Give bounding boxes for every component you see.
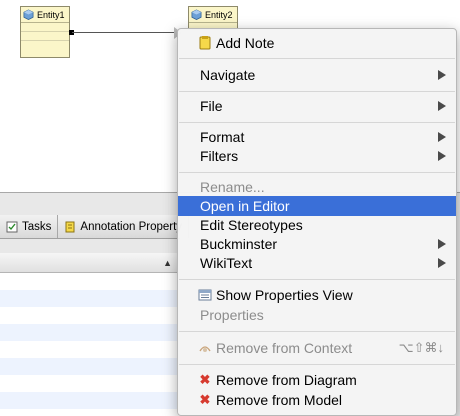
properties-table[interactable]: ▲	[0, 253, 180, 416]
menu-item-label: Edit Stereotypes	[200, 217, 303, 233]
view-tab-bar: Tasks Annotation Property	[0, 215, 190, 239]
menu-item-remove-from-diagram[interactable]: ✖ Remove from Diagram	[178, 370, 456, 390]
menu-item-label: Filters	[200, 148, 239, 164]
submenu-arrow-icon	[438, 258, 446, 268]
menu-item-edit-stereotypes[interactable]: Edit Stereotypes	[178, 215, 456, 235]
menu-separator	[179, 364, 455, 365]
submenu-arrow-icon	[438, 70, 446, 80]
entity-compartment	[21, 32, 69, 41]
menu-item-label: WikiText	[200, 255, 253, 271]
menu-item-label: Remove from Model	[216, 392, 343, 408]
table-row[interactable]	[0, 375, 180, 392]
menu-item-format[interactable]: Format	[178, 127, 456, 147]
table-row[interactable]	[0, 358, 180, 375]
context-menu: Add Note Navigate File Format Filters Re…	[177, 28, 457, 416]
sort-ascending-icon[interactable]: ▲	[163, 258, 172, 268]
entity-cube-icon	[23, 9, 34, 20]
table-row[interactable]	[0, 341, 180, 358]
menu-item-add-note[interactable]: Add Note	[178, 33, 456, 53]
menu-item-label: File	[200, 98, 223, 114]
menu-item-open-in-editor[interactable]: Open in Editor	[178, 196, 456, 216]
menu-separator	[179, 331, 455, 332]
table-header[interactable]: ▲	[0, 253, 180, 273]
tab-label: Annotation Property	[80, 220, 183, 233]
menu-item-label: Navigate	[200, 67, 256, 83]
table-row[interactable]	[0, 324, 180, 341]
entity-header: Entity1	[21, 7, 69, 23]
menu-item-remove-from-model[interactable]: ✖ Remove from Model	[178, 390, 456, 410]
table-row[interactable]	[0, 307, 180, 324]
entity-header: Entity2	[189, 7, 237, 23]
menu-item-rename: Rename...	[178, 177, 456, 197]
tab-label: Tasks	[22, 220, 52, 233]
menu-item-buckminster[interactable]: Buckminster	[178, 234, 456, 254]
table-row[interactable]	[0, 290, 180, 307]
menu-item-navigate[interactable]: Navigate	[178, 65, 456, 85]
entity-name: Entity1	[37, 9, 65, 20]
tasks-icon	[6, 221, 18, 232]
entity-node-2[interactable]: Entity2	[188, 6, 238, 30]
menu-item-label: Remove from Context	[216, 340, 353, 356]
remove-context-icon	[198, 341, 212, 355]
menu-item-label: Properties	[200, 307, 264, 323]
menu-item-label: Show Properties View	[216, 287, 353, 303]
table-row[interactable]	[0, 273, 180, 290]
tab-annotation-property[interactable]: Annotation Property	[58, 215, 190, 238]
menu-separator	[179, 279, 455, 280]
menu-item-label: Rename...	[200, 179, 265, 195]
submenu-arrow-icon	[438, 239, 446, 249]
menu-item-show-properties-view[interactable]: Show Properties View	[178, 285, 456, 305]
entity-compartment	[21, 23, 69, 32]
menu-item-remove-from-context: Remove from Context ⌥⇧⌘↓	[178, 338, 456, 358]
menu-item-label: Open in Editor	[200, 198, 290, 214]
submenu-arrow-icon	[438, 151, 446, 161]
menu-item-shortcut: ⌥⇧⌘↓	[398, 340, 444, 355]
menu-item-wikitext[interactable]: WikiText	[178, 253, 456, 273]
menu-item-properties: Properties	[178, 305, 456, 325]
menu-separator	[179, 91, 455, 92]
menu-item-file[interactable]: File	[178, 96, 456, 116]
menu-item-label: Remove from Diagram	[216, 372, 357, 388]
entity-node-1[interactable]: Entity1	[20, 6, 70, 58]
menu-item-label: Buckminster	[200, 236, 278, 252]
tab-tasks[interactable]: Tasks	[0, 215, 59, 238]
entity-cube-icon	[191, 9, 202, 20]
entity-name: Entity2	[205, 9, 233, 20]
menu-separator	[179, 122, 455, 123]
delete-x-icon: ✖	[199, 392, 211, 407]
menu-separator	[179, 58, 455, 59]
association-line[interactable]	[72, 32, 178, 33]
note-icon	[198, 36, 212, 50]
table-row[interactable]	[0, 392, 180, 409]
menu-item-label: Add Note	[216, 35, 275, 51]
properties-view-icon	[198, 288, 212, 302]
submenu-arrow-icon	[438, 132, 446, 142]
submenu-arrow-icon	[438, 101, 446, 111]
menu-item-label: Format	[200, 129, 245, 145]
menu-item-filters[interactable]: Filters	[178, 146, 456, 166]
delete-x-icon: ✖	[199, 372, 211, 387]
annotation-icon	[65, 221, 75, 232]
menu-separator	[179, 172, 455, 173]
